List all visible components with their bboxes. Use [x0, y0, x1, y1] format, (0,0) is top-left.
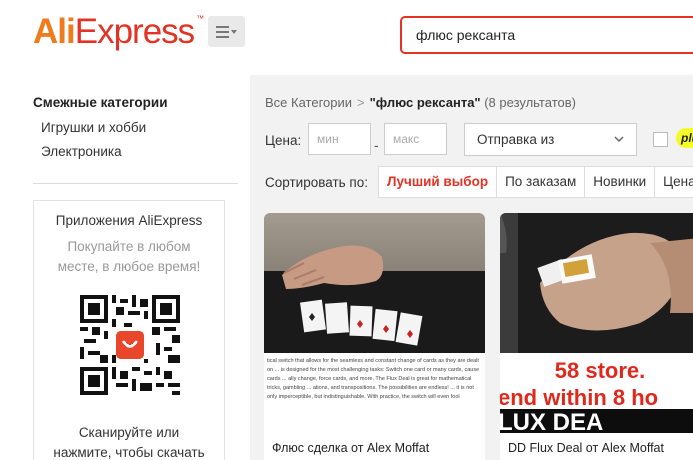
results-count: (8 результатов) — [484, 95, 576, 110]
related-categories-title: Смежные категории — [33, 95, 168, 110]
sort-price[interactable]: Цена — [655, 167, 693, 197]
app-download-box: Приложения AliExpress Покупайте в любом … — [33, 200, 225, 460]
product-title[interactable]: DD Flux Deal от Alex Moffat — [508, 441, 664, 455]
app-scan-text[interactable]: Сканируйте или нажмите, чтобы скачать — [34, 423, 224, 460]
aliexpress-logo[interactable]: AliExpress ™ — [33, 12, 204, 52]
price-min-input[interactable]: мин — [308, 123, 371, 155]
logo-express-text: Express — [74, 12, 195, 51]
chevron-down-icon — [614, 136, 624, 143]
logo-ali-text: Ali — [33, 12, 76, 51]
product-photo-flux-deal: 58 store. end within 8 ho LUX DEA — [500, 213, 693, 433]
app-box-subtitle: Покупайте в любом месте, в любое время! — [34, 237, 224, 277]
app-subtitle-line2: месте, в любое время! — [57, 259, 201, 274]
sidebar: Смежные категории Игрушки и хобби Электр… — [0, 75, 250, 460]
app-scan-line1: Сканируйте или — [78, 425, 180, 440]
product-title[interactable]: Флюс сделка от Alex Moffat — [272, 441, 429, 455]
sort-best-match[interactable]: Лучший выбор — [379, 167, 498, 197]
sidebar-link-electronics[interactable]: Электроника — [41, 144, 122, 159]
price-max-input[interactable]: макс — [384, 123, 447, 155]
plus-checkbox[interactable] — [653, 132, 668, 147]
ship-from-label: Отправка из — [477, 132, 555, 147]
overlay-text-send: end within 8 ho — [500, 385, 658, 410]
ship-from-select[interactable]: Отправка из — [464, 123, 637, 156]
search-input[interactable]: флюс рексанта — [400, 16, 693, 54]
overlay-text-store: 58 store. — [555, 358, 646, 383]
product-photo-card-trick: tical switch that allows for the seamles… — [264, 213, 485, 433]
plus-badge[interactable]: plus — [676, 128, 693, 148]
hamburger-dropdown-icon — [215, 25, 237, 38]
sort-newest[interactable]: Новинки — [585, 167, 656, 197]
price-label: Цена: — [265, 133, 302, 148]
breadcrumb-all-categories[interactable]: Все Категории — [265, 95, 352, 110]
app-subtitle-line1: Покупайте в любом — [67, 239, 191, 254]
breadcrumb-query: "флюс рексанта" — [369, 95, 481, 110]
app-scan-line2: нажмите, чтобы скачать — [53, 445, 205, 460]
app-box-title: Приложения AliExpress — [55, 213, 203, 228]
logo-trademark: ™ — [196, 14, 204, 23]
header: AliExpress ™ флюс рексанта — [0, 0, 693, 75]
main-content: Все Категории > "флюс рексанта" (8 результ… — [250, 75, 693, 460]
product-image-caption: tical switch that allows for the seamles… — [267, 358, 480, 400]
sort-label: Сортировать по: — [265, 175, 368, 190]
product-image[interactable]: 58 store. end within 8 ho LUX DEA — [500, 213, 693, 433]
product-image[interactable]: tical switch that allows for the seamles… — [264, 213, 485, 433]
breadcrumb: Все Категории > "флюс рексанта" (8 результ… — [265, 95, 576, 110]
overlay-text-flux-deal: LUX DEA — [500, 409, 603, 433]
price-dash: - — [374, 137, 379, 153]
breadcrumb-separator: > — [357, 95, 365, 110]
product-card[interactable]: 58 store. end within 8 ho LUX DEA DD Flu… — [500, 213, 693, 460]
sort-options: Лучший выбор По заказам Новинки Цена — [378, 166, 693, 198]
product-card[interactable]: tical switch that allows for the seamles… — [264, 213, 485, 460]
sidebar-divider — [33, 183, 238, 184]
categories-menu-button[interactable] — [208, 16, 245, 47]
qr-code[interactable] — [80, 295, 180, 395]
sidebar-link-toys-hobbies[interactable]: Игрушки и хобби — [41, 120, 146, 135]
sort-by-orders[interactable]: По заказам — [497, 167, 586, 197]
